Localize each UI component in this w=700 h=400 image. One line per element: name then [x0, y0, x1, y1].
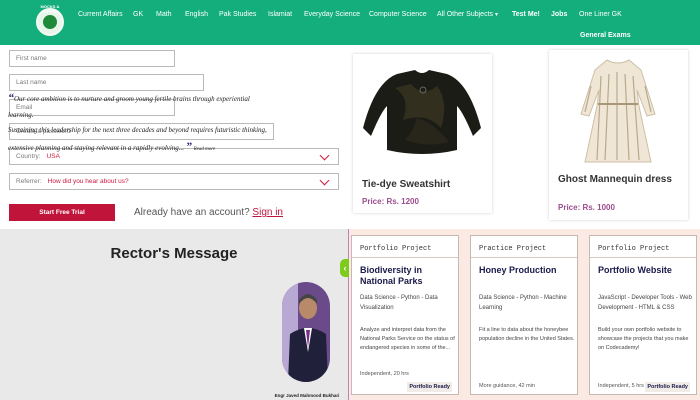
- dress-image: [580, 59, 656, 163]
- product-card-sweatshirt[interactable]: Tie-dye Sweatshirt Price: Rs. 1200: [353, 54, 492, 213]
- nav-item-pak-studies[interactable]: Pak Studies: [219, 11, 256, 18]
- card-divider: [590, 257, 696, 258]
- have-account-label: Already have an account?: [134, 207, 250, 218]
- last-name-field[interactable]: [9, 74, 204, 91]
- rector-photo: [282, 282, 330, 382]
- nav-item-gk[interactable]: GK: [133, 11, 143, 18]
- referrer-label: Referrer:: [16, 178, 42, 185]
- rector-portrait-image: [282, 282, 330, 382]
- nav-item-islamiat[interactable]: Islamiat: [268, 11, 292, 18]
- card-divider: [352, 257, 458, 258]
- rector-quote: “Our core ambition is to nurture and gro…: [8, 90, 270, 157]
- portfolio-ready-badge: Portfolio Ready: [645, 382, 690, 392]
- nav-item-math[interactable]: Math: [156, 11, 172, 18]
- product-price: Price: Rs. 1000: [558, 203, 615, 212]
- chevron-down-icon: ▾: [494, 12, 498, 18]
- quote-line-1: Our core ambition is to nurture and groo…: [8, 95, 250, 119]
- site-logo[interactable]: MOCKS & PAPERS: [36, 4, 64, 36]
- project-kind: Practice Project: [479, 245, 547, 253]
- project-tags: JavaScript - Developer Tools - Web Devel…: [598, 295, 692, 311]
- nav-item-jobs[interactable]: Jobs: [551, 11, 567, 18]
- product-name[interactable]: Ghost Mannequin dress: [558, 173, 678, 186]
- project-tags: Data Science - Python - Machine Learning: [479, 295, 567, 311]
- nav-item-one-liner-gk[interactable]: One Liner GK: [579, 11, 622, 18]
- project-meta: More guidance, 42 min: [479, 383, 535, 389]
- project-card[interactable]: Portfolio Project Biodiversity in Nation…: [351, 235, 459, 395]
- project-title[interactable]: Biodiversity in National Parks: [360, 265, 456, 287]
- logo-emblem-icon: [43, 15, 57, 29]
- project-description: Build your own portfolio website to show…: [598, 327, 689, 351]
- project-card[interactable]: Practice Project Honey Production Data S…: [470, 235, 578, 395]
- nav-item-current-affairs[interactable]: Current Affairs: [78, 11, 123, 18]
- project-description: Analyze and interpret data from the Nati…: [360, 327, 455, 351]
- product-price: Price: Rs. 1200: [362, 197, 419, 206]
- rector-title: Rector's Message: [110, 245, 238, 262]
- have-account-text: Already have an account? Sign in: [134, 207, 283, 218]
- chevron-down-icon: [319, 150, 330, 161]
- sweatshirt-image: [363, 70, 481, 154]
- project-card[interactable]: Portfolio Project Portfolio Website Java…: [589, 235, 697, 395]
- read-more-link[interactable]: Read more: [194, 147, 216, 152]
- quote-line-2: Sustaining this leadership for the next …: [8, 126, 267, 134]
- last-name-input[interactable]: [16, 79, 197, 86]
- all-other-subjects-label: All Other Subjects: [437, 11, 494, 18]
- project-kind: Portfolio Project: [598, 245, 670, 253]
- nav-item-all-other-subjects[interactable]: All Other Subjects ▾: [437, 11, 498, 18]
- project-tags: Data Science - Python - Data Visualizati…: [360, 295, 438, 311]
- referrer-select[interactable]: Referrer: How did you hear about us?: [9, 173, 339, 190]
- logo-text: MOCKS & PAPERS: [40, 4, 60, 14]
- nav-item-general-exams[interactable]: General Exams: [580, 32, 631, 39]
- page: MOCKS & PAPERS Current Affairs GK Math E…: [0, 0, 700, 400]
- first-name-input[interactable]: [16, 55, 168, 62]
- project-title[interactable]: Portfolio Website: [598, 265, 694, 276]
- product-card-dress[interactable]: Ghost Mannequin dress Price: Rs. 1000: [549, 50, 688, 220]
- card-divider: [471, 257, 577, 258]
- quote-line-3: extensive planning and staying relevant …: [8, 143, 185, 152]
- product-name[interactable]: Tie-dye Sweatshirt: [362, 179, 450, 190]
- sign-in-link[interactable]: Sign in: [252, 207, 283, 218]
- nav-item-computer-science[interactable]: Computer Science: [369, 11, 427, 18]
- referrer-value: How did you hear about us?: [47, 178, 129, 185]
- start-free-trial-button[interactable]: Start Free Trial: [9, 204, 115, 221]
- project-kind: Portfolio Project: [360, 245, 432, 253]
- nav-item-test-me[interactable]: Test Me!: [512, 11, 540, 18]
- portfolio-ready-badge: Portfolio Ready: [407, 382, 452, 392]
- nav-item-english[interactable]: English: [185, 11, 208, 18]
- project-meta: Independent, 20 hrs: [360, 371, 409, 377]
- top-nav: MOCKS & PAPERS Current Affairs GK Math E…: [0, 0, 700, 45]
- project-title[interactable]: Honey Production: [479, 265, 575, 276]
- chevron-down-icon: [319, 175, 330, 186]
- nav-item-everyday-science[interactable]: Everyday Science: [304, 11, 360, 18]
- close-quote-icon: ”: [185, 138, 192, 153]
- rector-name: Engr Javed Mahmood Bukhari: [274, 393, 340, 398]
- project-description: Fit a line to data about the honeybee po…: [479, 327, 575, 342]
- first-name-field[interactable]: [9, 50, 175, 67]
